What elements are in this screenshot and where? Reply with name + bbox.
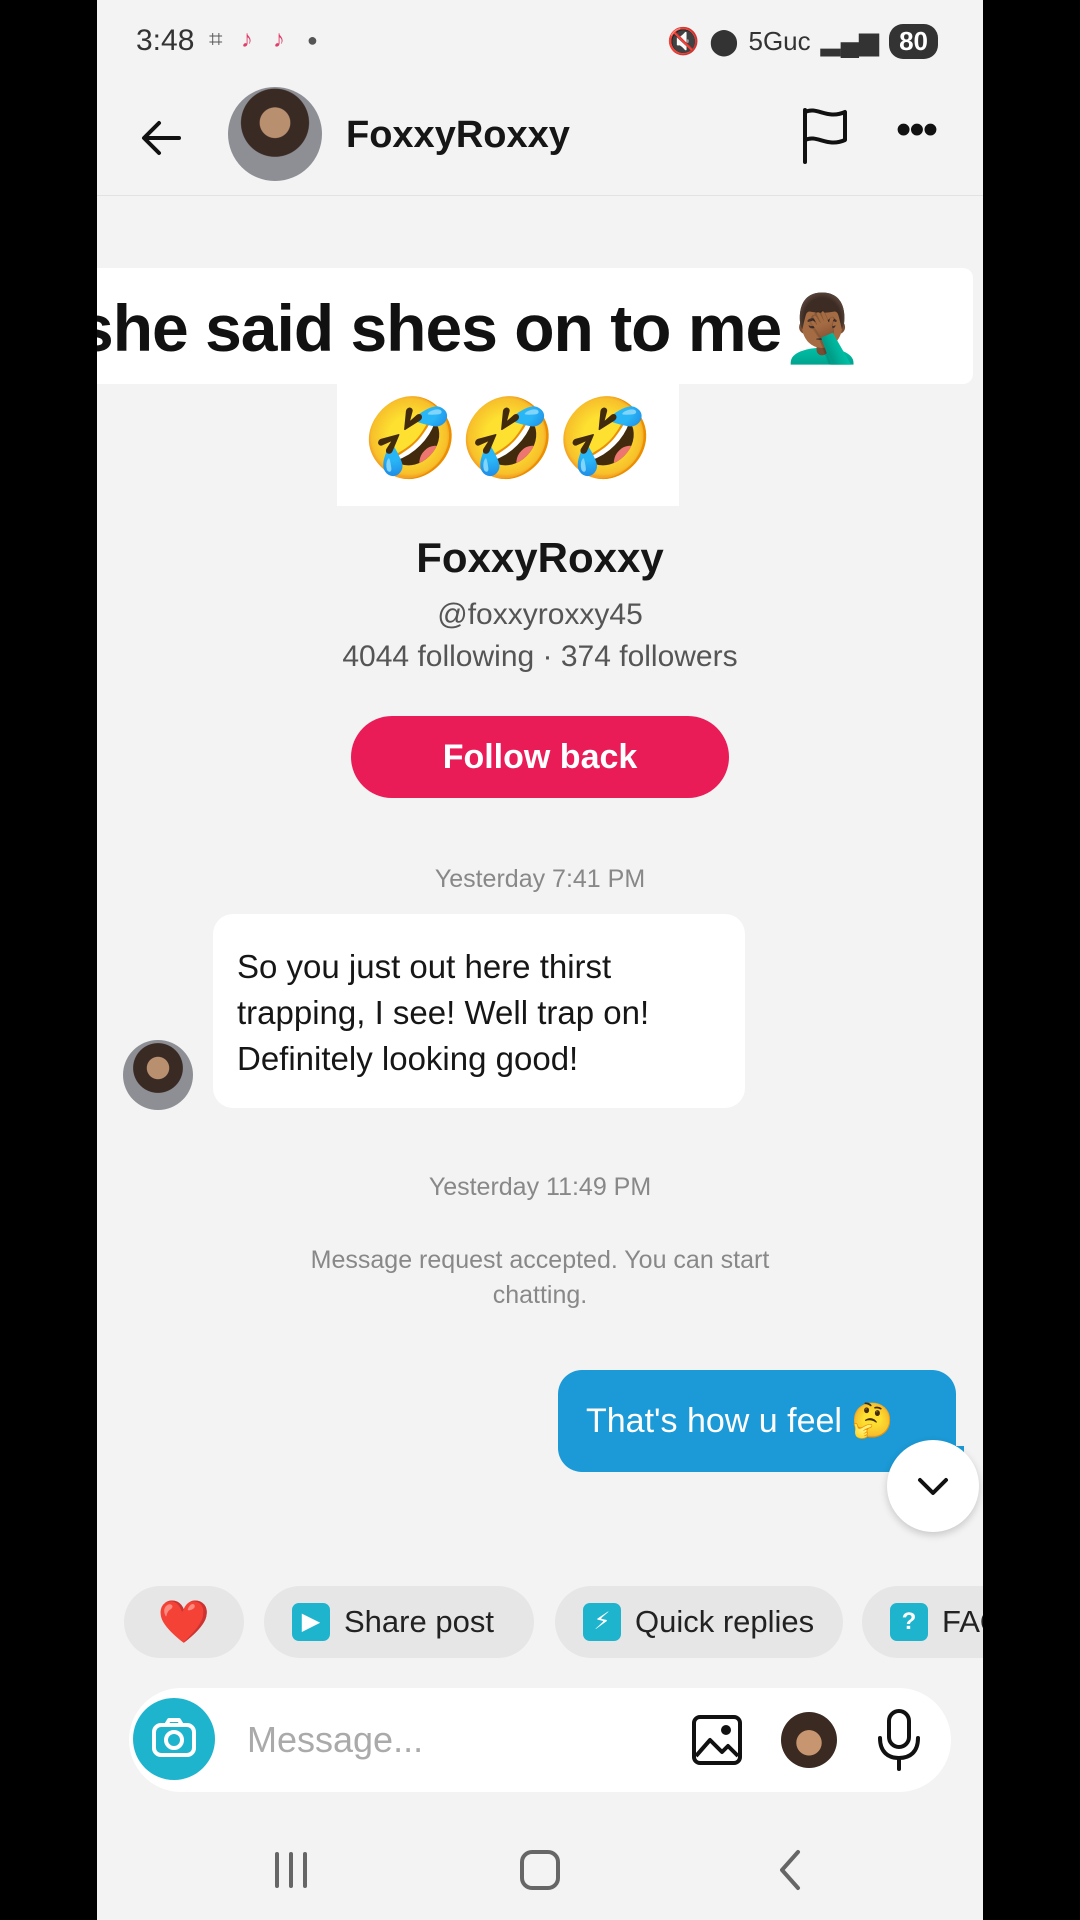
share-post-label: Share post (344, 1604, 494, 1639)
mute-icon: 🔇 (667, 26, 700, 56)
quick-replies-label: Quick replies (635, 1604, 815, 1639)
phone-screen: 3:48 ⌗ ♪ ♪ ● 🔇 ⬤ 5Guc ▂▄▆ 80 FoxxyRoxxy … (97, 0, 983, 1920)
caption-overlay: she said shes on to me🤦🏾‍♂️ (97, 268, 973, 384)
gallery-icon[interactable] (691, 1714, 743, 1766)
chevron-down-icon (918, 1478, 948, 1495)
sender-avatar[interactable] (123, 1040, 193, 1110)
faq-label: FAQ (942, 1604, 983, 1639)
play-icon: ▶ (292, 1603, 330, 1641)
camera-button[interactable] (133, 1698, 215, 1780)
heart-chip[interactable]: ❤️ (124, 1586, 244, 1658)
network-label: 5Guc (748, 26, 811, 56)
chat-header: FoxxyRoxxy ••• (97, 84, 983, 196)
caption-text: she said shes on to me🤦🏾‍♂️ (97, 291, 863, 365)
back-icon[interactable] (750, 1830, 830, 1910)
screenshot-icon: ⌗ (209, 26, 223, 53)
flag-icon[interactable] (797, 106, 853, 166)
status-time: 3:48 (136, 24, 195, 57)
system-notice: Message request accepted. You can start … (310, 1246, 770, 1309)
lightning-icon: ⚡ (583, 1603, 621, 1641)
caption-emojis: 🤣🤣🤣 (362, 394, 654, 482)
more-icon[interactable]: ••• (888, 108, 944, 166)
caption-emoji-box: 🤣🤣🤣 (337, 384, 679, 506)
question-icon: ? (890, 1603, 928, 1641)
faq-chip[interactable]: ? FAQ (862, 1586, 983, 1658)
back-arrow-icon[interactable] (133, 110, 189, 166)
profile-stats: 4044 following · 374 followers (342, 640, 738, 673)
share-post-chip[interactable]: ▶ Share post (264, 1586, 534, 1658)
battery-indicator: 80 (889, 24, 938, 59)
signal-icon: ▂▄▆ (820, 26, 880, 56)
status-right: 🔇 ⬤ 5Guc ▂▄▆ 80 (667, 24, 938, 59)
status-bar: 3:48 ⌗ ♪ ♪ ● 🔇 ⬤ 5Guc ▂▄▆ 80 (97, 0, 983, 84)
heart-icon: ❤️ (157, 1597, 211, 1645)
scroll-down-button[interactable] (887, 1440, 979, 1532)
avatar[interactable] (228, 87, 322, 181)
home-icon[interactable] (500, 1830, 580, 1910)
incoming-message-bubble[interactable]: So you just out here thirst trapping, I … (213, 914, 745, 1108)
dot-icon: ● (307, 30, 318, 50)
message-timestamp: Yesterday 11:49 PM (428, 1173, 652, 1201)
message-composer (129, 1688, 951, 1792)
message-input[interactable] (247, 1712, 667, 1768)
location-icon: ⬤ (709, 26, 739, 56)
microphone-icon[interactable] (875, 1708, 923, 1772)
tiktok-icon: ♪ (241, 26, 253, 53)
camera-icon (152, 1718, 196, 1757)
header-username[interactable]: FoxxyRoxxy (346, 114, 570, 157)
quick-replies-chip[interactable]: ⚡ Quick replies (555, 1586, 843, 1658)
quick-action-chips: ❤️ ▶ Share post ⚡ Quick replies ? FAQ (97, 1586, 983, 1660)
message-timestamp: Yesterday 7:41 PM (434, 865, 646, 893)
system-nav-bar (97, 1830, 983, 1910)
follow-back-button[interactable]: Follow back (351, 716, 729, 798)
profile-name: FoxxyRoxxy (416, 534, 664, 581)
recent-apps-icon[interactable] (251, 1830, 331, 1910)
tiktok-icon: ♪ (273, 26, 285, 53)
avatar-sticker-button[interactable] (781, 1712, 837, 1768)
profile-handle: @foxxyroxxy45 (437, 598, 643, 631)
